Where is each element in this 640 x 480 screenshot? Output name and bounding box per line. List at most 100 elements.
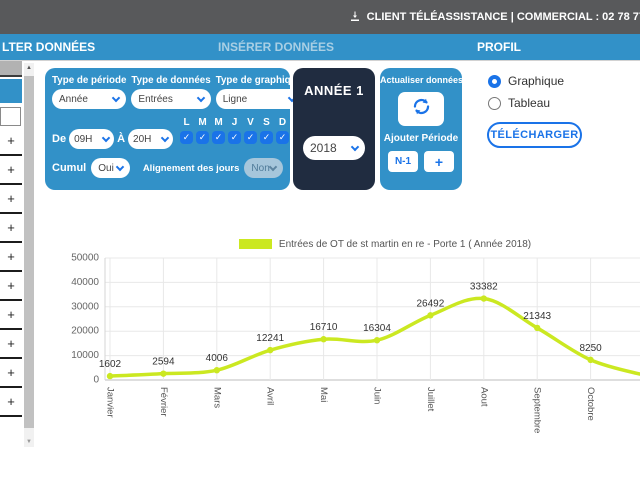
- sidebar-header-cell: [0, 61, 22, 77]
- sidebar-expand-button[interactable]: +: [0, 359, 22, 388]
- weekday-column: V✓: [244, 117, 257, 144]
- cumul-label: Cumul: [52, 162, 86, 174]
- svg-text:33382: 33382: [470, 282, 498, 293]
- svg-text:10000: 10000: [71, 350, 99, 361]
- chevron-down-icon: [351, 142, 359, 150]
- refresh-icon: [411, 96, 432, 122]
- svg-text:30000: 30000: [71, 301, 99, 312]
- weekday-letter: J: [232, 117, 238, 128]
- radio-selected-icon[interactable]: [488, 75, 501, 88]
- sidebar-expand-button[interactable]: +: [0, 388, 22, 417]
- vertical-scrollbar[interactable]: ▲ ▼: [24, 63, 34, 447]
- svg-text:4006: 4006: [206, 353, 229, 364]
- radio-unselected-icon[interactable]: [488, 97, 501, 110]
- sidebar-expand-button[interactable]: +: [0, 156, 22, 185]
- day-checkbox[interactable]: ✓: [196, 131, 209, 144]
- day-checkbox[interactable]: ✓: [244, 131, 257, 144]
- sidebar-input[interactable]: [0, 107, 21, 126]
- n-minus-1-button[interactable]: N-1: [388, 151, 418, 172]
- svg-text:16710: 16710: [310, 322, 338, 333]
- filter-panel: Type de période Année Type de données En…: [45, 68, 290, 190]
- graph-type-label: Type de graphique: [216, 75, 302, 86]
- view-mode-controls: Graphique Tableau: [488, 74, 564, 118]
- sidebar-expand-button[interactable]: +: [0, 243, 22, 272]
- svg-text:Mars: Mars: [211, 387, 222, 408]
- day-checkbox[interactable]: ✓: [228, 131, 241, 144]
- data-type-select[interactable]: Entrées: [131, 89, 210, 109]
- weekday-letter: S: [263, 117, 270, 128]
- download-button[interactable]: TÉLÉCHARGER: [487, 122, 582, 148]
- tab-inserer-donnees[interactable]: INSÉRER DONNÉES: [218, 34, 334, 61]
- svg-text:2594: 2594: [152, 357, 175, 368]
- sidebar-expand-list: ++++++++++: [0, 127, 22, 417]
- from-label: De: [52, 133, 66, 145]
- chevron-down-icon: [112, 93, 120, 101]
- to-label: À: [117, 133, 125, 145]
- svg-text:Janvier: Janvier: [105, 387, 116, 418]
- year-panel-title: ANNÉE 1: [293, 83, 375, 98]
- svg-text:1602: 1602: [99, 359, 122, 370]
- weekday-column: M✓: [212, 117, 225, 144]
- day-checkbox[interactable]: ✓: [260, 131, 273, 144]
- tab-consulter-donnees[interactable]: LTER DONNÉES: [2, 34, 95, 61]
- weekday-letter: D: [279, 117, 286, 128]
- add-period-button[interactable]: +: [424, 151, 454, 172]
- weekday-letter: L: [183, 117, 189, 128]
- account-label: CLIENT TÉLÉASSISTANCE | COMMERCIAL : 02 …: [367, 11, 640, 23]
- chevron-down-icon: [102, 133, 110, 141]
- day-checkbox[interactable]: ✓: [212, 131, 225, 144]
- chart-area: Entrées de OT de st martin en re - Porte…: [40, 236, 640, 480]
- weekday-letter: V: [247, 117, 254, 128]
- sidebar-expand-button[interactable]: +: [0, 330, 22, 359]
- sidebar-expand-button[interactable]: +: [0, 185, 22, 214]
- svg-text:Juin: Juin: [372, 387, 383, 404]
- chevron-down-icon: [116, 162, 124, 170]
- sidebar-expand-button[interactable]: +: [0, 272, 22, 301]
- view-option-graphique[interactable]: Graphique: [488, 74, 564, 88]
- refresh-panel-title: Actualiser données: [380, 75, 462, 85]
- data-type-label: Type de données: [131, 75, 210, 86]
- scrollbar-thumb[interactable]: [24, 76, 34, 428]
- sidebar-selected-cell[interactable]: [0, 79, 22, 103]
- svg-text:8250: 8250: [579, 343, 602, 354]
- svg-text:Avril: Avril: [265, 387, 276, 405]
- year-panel: ANNÉE 1 2018: [293, 68, 375, 190]
- svg-text:0: 0: [93, 375, 99, 386]
- to-hour-select[interactable]: 20H: [128, 129, 173, 149]
- svg-text:Octobre: Octobre: [585, 387, 596, 421]
- view-option-tableau[interactable]: Tableau: [488, 96, 564, 110]
- weekday-column: D✓: [276, 117, 289, 144]
- sidebar-expand-button[interactable]: +: [0, 214, 22, 243]
- scroll-up-arrow-icon[interactable]: ▲: [24, 63, 34, 73]
- weekday-column: L✓: [180, 117, 193, 144]
- weekday-column: S✓: [260, 117, 273, 144]
- day-checkbox[interactable]: ✓: [180, 131, 193, 144]
- tab-profil[interactable]: PROFIL: [477, 34, 521, 61]
- from-hour-select[interactable]: 09H: [69, 129, 114, 149]
- weekday-checkbox-group: L✓M✓M✓J✓V✓S✓D✓: [180, 117, 289, 144]
- chevron-down-icon: [269, 162, 277, 170]
- svg-text:Juillet: Juillet: [425, 387, 436, 412]
- weekday-letter: M: [214, 117, 222, 128]
- cumul-select[interactable]: Oui: [91, 158, 130, 178]
- refresh-button[interactable]: [398, 92, 444, 126]
- chart-legend[interactable]: Entrées de OT de st martin en re - Porte…: [40, 236, 640, 252]
- alignment-select: Non: [244, 158, 283, 178]
- svg-text:Février: Février: [158, 387, 169, 417]
- svg-text:20000: 20000: [71, 326, 99, 337]
- top-bar: CLIENT TÉLÉASSISTANCE | COMMERCIAL : 02 …: [0, 0, 640, 34]
- svg-text:50000: 50000: [71, 253, 99, 264]
- period-type-select[interactable]: Année: [52, 89, 126, 109]
- graph-type-select[interactable]: Ligne: [216, 89, 302, 109]
- svg-text:Aout: Aout: [478, 387, 489, 407]
- weekday-column: J✓: [228, 117, 241, 144]
- legend-swatch: [239, 239, 272, 249]
- svg-text:16304: 16304: [363, 323, 391, 334]
- year-select[interactable]: 2018: [303, 136, 365, 160]
- account-info[interactable]: CLIENT TÉLÉASSISTANCE | COMMERCIAL : 02 …: [349, 0, 640, 34]
- sidebar-expand-button[interactable]: +: [0, 301, 22, 330]
- line-chart: 01000020000300004000050000JanvierFévrier…: [40, 252, 640, 480]
- scroll-down-arrow-icon[interactable]: ▼: [24, 437, 34, 447]
- sidebar-expand-button[interactable]: +: [0, 127, 22, 156]
- day-checkbox[interactable]: ✓: [276, 131, 289, 144]
